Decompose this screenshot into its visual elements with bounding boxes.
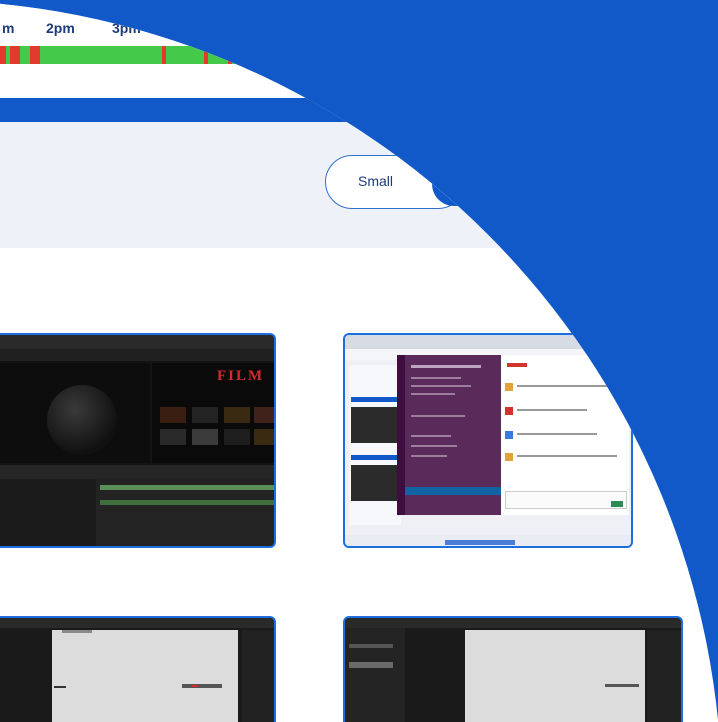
avatar <box>505 383 513 391</box>
timeline-label-2pm: 2pm <box>46 20 75 36</box>
film-title-thumbnail: FILM <box>217 368 265 384</box>
text-line <box>411 365 481 368</box>
idle-segment[interactable] <box>10 46 20 64</box>
ae-canvas <box>465 630 645 722</box>
slack-rail <box>397 355 405 515</box>
timeline-label-partial: m <box>2 20 15 36</box>
idle-segment[interactable] <box>204 46 208 64</box>
text-line <box>411 385 471 387</box>
activity-bar[interactable] <box>0 46 718 64</box>
ae-project-panel <box>345 628 405 722</box>
after-effects-canvas-screenshot-1[interactable] <box>0 616 276 722</box>
slack-composer <box>505 491 627 509</box>
ae-canvas <box>52 630 238 722</box>
activity-timeline: m 2pm 3pm <box>0 0 718 98</box>
thumb <box>160 407 186 423</box>
ae-field <box>349 644 393 648</box>
after-effects-screenshot[interactable]: FILM <box>0 333 276 548</box>
thumb <box>192 429 218 445</box>
ae-field <box>349 662 393 668</box>
slack-window-screenshot[interactable] <box>343 333 633 548</box>
ae-text-layer <box>182 684 222 688</box>
ae-side-panel <box>242 630 274 722</box>
browser-tabbar <box>345 335 631 349</box>
thumb <box>192 407 218 423</box>
idle-segment[interactable] <box>0 46 6 64</box>
ae-timeline-header <box>0 465 274 479</box>
text-line <box>411 435 451 437</box>
video-thumb <box>351 407 401 443</box>
ae-red-mark <box>192 685 198 687</box>
idle-segment[interactable] <box>228 46 232 64</box>
thumb <box>160 429 186 445</box>
ae-menubar <box>0 618 274 628</box>
text-line <box>517 409 587 411</box>
ae-layer-list <box>0 479 96 546</box>
size-small-label: Small <box>358 173 394 189</box>
taskbar-icons <box>445 540 515 545</box>
idle-segment[interactable] <box>162 46 166 64</box>
ae-toolbar <box>0 349 274 361</box>
text-line <box>411 445 457 447</box>
thumb <box>224 407 250 423</box>
idle-segment[interactable] <box>30 46 40 64</box>
thumb <box>254 429 274 445</box>
text-line <box>351 397 399 402</box>
text-line <box>517 433 597 435</box>
text-line <box>517 385 607 387</box>
thumb <box>224 429 250 445</box>
send-button <box>611 501 623 507</box>
page: m 2pm 3pm Small FILM <box>0 0 718 722</box>
video-thumb <box>351 465 401 501</box>
timeline-label-3pm: 3pm <box>112 20 141 36</box>
ae-menubar <box>345 618 681 628</box>
size-medium-button[interactable] <box>432 162 512 206</box>
ae-layer-bar <box>100 485 274 490</box>
text-line <box>411 377 461 379</box>
ae-menubar <box>0 335 274 349</box>
background-page <box>349 365 401 525</box>
ae-layer-mark <box>54 686 66 688</box>
thumb <box>254 407 274 423</box>
after-effects-canvas-screenshot-2[interactable] <box>343 616 683 722</box>
ae-sphere <box>47 385 117 455</box>
text-line <box>411 415 465 417</box>
header-band <box>0 98 718 122</box>
ae-text-layer <box>605 684 639 687</box>
avatar <box>505 453 513 461</box>
text-line <box>351 455 399 460</box>
avatar <box>505 431 513 439</box>
text-line <box>411 455 447 457</box>
idle-segment[interactable] <box>240 46 244 64</box>
ae-layer-bar <box>100 500 274 505</box>
text-line <box>411 393 455 395</box>
text-line <box>517 455 617 457</box>
ae-side-panel <box>647 630 681 722</box>
text-line <box>507 363 527 367</box>
slack-active-channel <box>405 487 501 495</box>
ae-tab <box>62 630 92 633</box>
avatar <box>505 407 513 415</box>
